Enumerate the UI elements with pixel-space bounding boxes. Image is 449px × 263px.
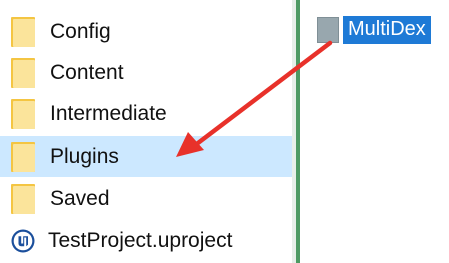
folder-icon: [11, 57, 37, 88]
tree-item-content[interactable]: Content: [0, 52, 292, 93]
tree-item-label: Config: [50, 19, 111, 43]
folder-icon: [11, 16, 37, 47]
tree-item-label: Content: [50, 60, 124, 84]
tree-item-label: Plugins: [50, 144, 119, 168]
folder-icon: [11, 98, 37, 129]
tree-item-label: TestProject.uproject: [48, 228, 233, 252]
tree-item-plugins[interactable]: Plugins: [0, 136, 292, 177]
file-explorer-window: Config Content Intermediate Plugins Save…: [0, 0, 449, 263]
tree-item-saved[interactable]: Saved: [0, 178, 292, 219]
tree-item-testproject[interactable]: TestProject.uproject: [0, 220, 292, 261]
tree-item-config[interactable]: Config: [0, 11, 292, 52]
folder-icon: [317, 17, 339, 43]
dragged-folder-label: MultiDex: [343, 16, 431, 44]
folder-icon: [11, 141, 37, 172]
tree-item-intermediate[interactable]: Intermediate: [0, 93, 292, 134]
folder-icon: [11, 183, 37, 214]
tree-item-label: Saved: [50, 186, 110, 210]
unreal-engine-icon: [11, 229, 35, 252]
tree-item-label: Intermediate: [50, 101, 167, 125]
dragged-folder-multidex[interactable]: MultiDex: [317, 16, 431, 44]
navigation-pane: Config Content Intermediate Plugins Save…: [0, 0, 292, 263]
